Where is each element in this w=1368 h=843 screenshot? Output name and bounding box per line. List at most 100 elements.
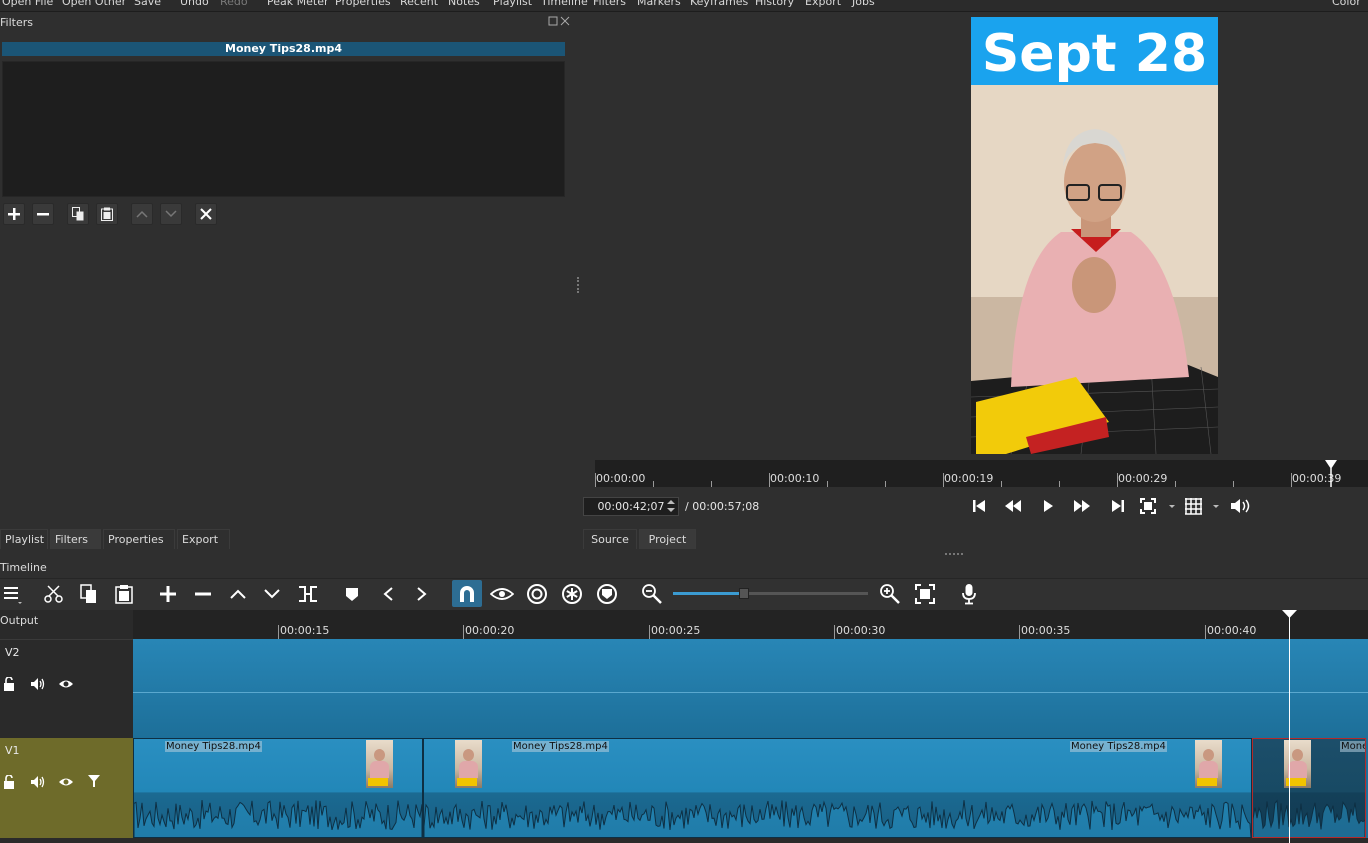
tab-export[interactable]: Export bbox=[177, 529, 230, 549]
ripple-delete-button[interactable] bbox=[190, 582, 216, 606]
play-button[interactable] bbox=[1036, 496, 1060, 516]
menu-undo[interactable]: Undo bbox=[180, 0, 209, 8]
add-filter-button[interactable] bbox=[3, 203, 25, 225]
lock-track-button[interactable] bbox=[2, 774, 18, 790]
player-playhead-icon[interactable] bbox=[1324, 460, 1338, 487]
zoom-out-button[interactable] bbox=[639, 582, 665, 606]
timeline-clip[interactable]: Money Tips28.mp4 Money Tips28.mp4 bbox=[423, 738, 1252, 838]
speaker-icon bbox=[31, 776, 45, 788]
menu-export[interactable]: Export bbox=[805, 0, 841, 8]
menu-history[interactable]: History bbox=[755, 0, 794, 8]
record-audio-button[interactable] bbox=[956, 582, 982, 606]
menu-jobs[interactable]: Jobs bbox=[852, 0, 875, 8]
timeline-menu-button[interactable] bbox=[0, 582, 26, 606]
move-filter-up-button[interactable] bbox=[131, 203, 153, 225]
timeline-ruler-label: 00:00:15 bbox=[280, 624, 330, 637]
zoom-fit-button[interactable] bbox=[912, 582, 938, 606]
zoom-view-button[interactable] bbox=[1139, 496, 1177, 516]
move-filter-down-button[interactable] bbox=[160, 203, 182, 225]
scrub-while-dragging-button[interactable] bbox=[489, 582, 515, 606]
float-close-icon[interactable] bbox=[548, 16, 570, 27]
remove-filter-button[interactable] bbox=[32, 203, 54, 225]
hide-track-button[interactable] bbox=[58, 774, 74, 790]
append-button[interactable] bbox=[155, 582, 181, 606]
ripple-all-tracks-button[interactable] bbox=[559, 582, 585, 606]
previous-marker-button[interactable] bbox=[375, 582, 401, 606]
track-filters-button[interactable] bbox=[86, 773, 102, 789]
add-marker-button[interactable] bbox=[339, 582, 365, 606]
menu-color[interactable]: Color bbox=[1332, 0, 1361, 8]
skip-previous-button[interactable] bbox=[967, 496, 991, 516]
track-header-v2[interactable]: V2 bbox=[0, 639, 133, 738]
menu-peak-meter[interactable]: Peak Meter bbox=[267, 0, 328, 8]
menu-notes[interactable]: Notes bbox=[448, 0, 480, 8]
menu-open-other[interactable]: Open Other bbox=[62, 0, 126, 8]
track-header-v1[interactable]: V1 bbox=[0, 738, 133, 838]
menu-timeline[interactable]: Timeline bbox=[541, 0, 588, 8]
tab-playlist[interactable]: Playlist bbox=[0, 529, 48, 549]
chevron-down-icon bbox=[264, 589, 280, 599]
snap-button[interactable] bbox=[452, 580, 482, 607]
play-icon bbox=[1044, 500, 1053, 512]
grid-button[interactable] bbox=[1183, 496, 1223, 516]
ripple-button[interactable] bbox=[524, 582, 550, 606]
timecode-input[interactable]: 00:00:42;07 bbox=[583, 497, 679, 516]
menu-recent[interactable]: Recent bbox=[400, 0, 438, 8]
volume-button[interactable] bbox=[1229, 496, 1253, 516]
lock-track-button[interactable] bbox=[2, 676, 18, 692]
next-marker-button[interactable] bbox=[409, 582, 435, 606]
hide-track-button[interactable] bbox=[58, 676, 74, 692]
tab-properties[interactable]: Properties bbox=[103, 529, 175, 549]
overwrite-button[interactable] bbox=[259, 582, 285, 606]
tab-project[interactable]: Project bbox=[639, 529, 696, 549]
ruler-tick bbox=[653, 481, 654, 487]
timeline-playhead[interactable] bbox=[1289, 617, 1290, 843]
chevron-up-icon bbox=[230, 589, 246, 599]
menu-playlist[interactable]: Playlist bbox=[493, 0, 532, 8]
mute-track-button[interactable] bbox=[30, 774, 46, 790]
track-v2[interactable] bbox=[133, 639, 1368, 738]
skip-next-button[interactable] bbox=[1106, 496, 1130, 516]
copy-filters-button[interactable] bbox=[67, 203, 89, 225]
menu-redo[interactable]: Redo bbox=[220, 0, 248, 8]
zoom-slider-fill bbox=[673, 592, 743, 595]
paste-filters-button[interactable] bbox=[96, 203, 118, 225]
ruler-tick bbox=[649, 625, 650, 639]
chevron-right-icon bbox=[417, 587, 427, 601]
splitter-handle[interactable] bbox=[577, 277, 579, 293]
timeline-clip[interactable]: Money Tips28.mp4 bbox=[133, 738, 423, 838]
splitter-handle[interactable] bbox=[945, 553, 963, 555]
split-button[interactable] bbox=[295, 582, 321, 606]
menu-properties[interactable]: Properties bbox=[335, 0, 391, 8]
menu-markers[interactable]: Markers bbox=[637, 0, 681, 8]
copy-button[interactable] bbox=[76, 582, 102, 606]
mute-track-button[interactable] bbox=[30, 676, 46, 692]
timeline-ruler[interactable]: 00:00:15 00:00:20 00:00:25 00:00:30 00:0… bbox=[133, 610, 1368, 639]
menu-filters[interactable]: Filters bbox=[593, 0, 626, 8]
ripple-markers-button[interactable] bbox=[594, 582, 620, 606]
lift-button[interactable] bbox=[225, 582, 251, 606]
menu-keyframes[interactable]: Keyframes bbox=[690, 0, 748, 8]
panel-window-buttons[interactable] bbox=[548, 16, 570, 30]
zoom-in-button[interactable] bbox=[877, 582, 903, 606]
timecode-spinner-icon[interactable] bbox=[666, 498, 676, 514]
playhead-marker-icon[interactable] bbox=[1282, 610, 1297, 619]
fast-forward-button[interactable] bbox=[1070, 496, 1094, 516]
tab-source[interactable]: Source bbox=[583, 529, 637, 549]
selected-timeline-clip[interactable]: Money Tips28.mp4 bbox=[1252, 738, 1366, 838]
filters-panel-title: Filters bbox=[0, 16, 33, 29]
menu-open-file[interactable]: Open File bbox=[2, 0, 53, 8]
minus-icon bbox=[37, 213, 49, 216]
video-preview[interactable]: Sept 28 bbox=[971, 17, 1218, 454]
grid-icon bbox=[1185, 498, 1219, 515]
rewind-button[interactable] bbox=[1001, 496, 1025, 516]
timeline-scrollbar[interactable] bbox=[133, 838, 1368, 843]
player-scrub-ruler[interactable]: 00:00:00 00:00:10 00:00:19 00:00:29 00:0… bbox=[595, 460, 1368, 487]
deselect-filter-button[interactable] bbox=[195, 203, 217, 225]
tab-filters[interactable]: Filters bbox=[50, 529, 101, 549]
paste-button[interactable] bbox=[111, 582, 137, 606]
menu-save[interactable]: Save bbox=[134, 0, 161, 8]
zoom-slider-handle[interactable] bbox=[739, 588, 749, 599]
filter-list[interactable] bbox=[2, 61, 565, 197]
cut-button[interactable] bbox=[41, 582, 67, 606]
